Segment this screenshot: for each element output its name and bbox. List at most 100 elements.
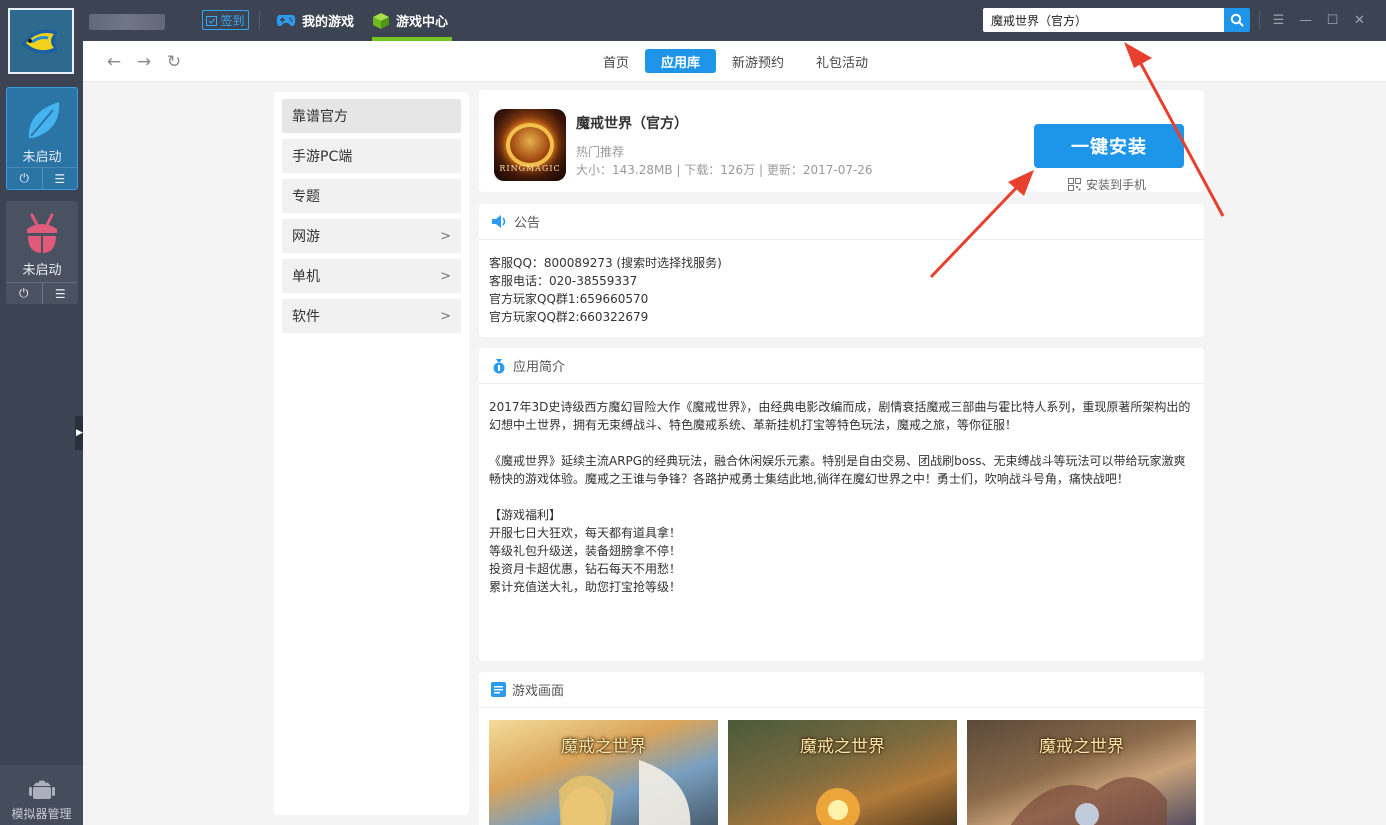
category-item[interactable]: 靠谱官方 [282, 99, 461, 133]
category-item[interactable]: 单机 > [282, 259, 461, 293]
category-label: 软件 [292, 309, 320, 325]
simulator-manager-button[interactable]: 模拟器管理 [0, 765, 83, 825]
simulator-manager-label: 模拟器管理 [11, 807, 72, 821]
chevron-right-icon: > [440, 228, 451, 244]
refresh-icon[interactable]: ↻ [164, 52, 184, 72]
nav-bar: ← → ↻ 首页 应用库 新游预约 礼包活动 [83, 41, 1386, 82]
screenshots-card: 游戏画面 魔戒之世界 魔戒之世界 魔戒之世界 [479, 672, 1204, 825]
chevron-right-icon: > [440, 268, 451, 284]
emulator-sidebar: 未启动 ⏻ ☰ 未启动 ⏻ ☰ 模拟器管理 ▶ [0, 0, 84, 825]
intro-paragraph: 《魔戒世界》延续主流ARPG的经典玩法，融合休闲娱乐元素。特别是自由交易、团战刷… [489, 454, 1186, 486]
category-label: 网游 [292, 229, 320, 245]
category-label: 手游PC端 [292, 149, 353, 165]
category-item[interactable]: 软件 > [282, 299, 461, 333]
screenshots-header: 游戏画面 [479, 672, 1204, 708]
app-logo[interactable] [8, 8, 74, 74]
speaker-icon [492, 215, 506, 228]
category-item[interactable]: 网游 > [282, 219, 461, 253]
tab-app-library[interactable]: 应用库 [645, 49, 717, 73]
close-icon[interactable]: ✕ [1346, 10, 1373, 30]
tab-home[interactable]: 首页 [587, 49, 645, 73]
cube-icon [373, 12, 389, 29]
tab-my-games[interactable]: 我的游戏 [276, 0, 354, 41]
screenshot-thumbnail[interactable]: 魔戒之世界 [967, 720, 1196, 825]
app-icon-wordmark: RINGMAGIC [499, 164, 561, 173]
one-click-install-button[interactable]: 一键安装 [1034, 124, 1184, 168]
search-icon [1230, 13, 1244, 27]
app-meta: 大小：143.28MB | 下载：126万 | 更新：2017-07-26 [576, 163, 873, 177]
power-icon[interactable]: ⏻ [6, 283, 42, 304]
emulator-controls: ⏻ ☰ [6, 282, 78, 304]
emulator-card-2[interactable]: 未启动 ⏻ ☰ [6, 201, 78, 304]
intro-body: 2017年3D史诗级西方魔幻冒险大作《魔戒世界》，由经典电影改编而成，剧情衰括魔… [489, 398, 1195, 596]
minimize-icon[interactable]: — [1292, 10, 1319, 30]
notice-line: 客服电话：020-38559337 [489, 274, 638, 288]
forward-arrow-icon[interactable]: → [134, 52, 154, 72]
divider [1259, 11, 1260, 29]
category-item[interactable]: 专题 [282, 179, 461, 213]
username-blurred [89, 14, 165, 30]
intro-title: 应用简介 [513, 360, 566, 375]
install-to-phone-label: 安装到手机 [1086, 178, 1147, 192]
back-arrow-icon[interactable]: ← [104, 52, 124, 72]
notice-line: 官方玩家QQ群1:659660570 [489, 292, 649, 306]
menu-icon[interactable]: ☰ [1265, 10, 1292, 30]
search-input[interactable]: 魔戒世界（官方） [983, 8, 1224, 32]
divider [259, 11, 260, 30]
content-area: 靠谱官方 手游PC端 专题 网游 > 单机 > 软件 > RINGMAGIC 魔戒世界… [83, 82, 1386, 825]
category-item[interactable]: 手游PC端 [282, 139, 461, 173]
app-icon: RINGMAGIC [494, 109, 566, 181]
tab-label: 游戏中心 [396, 15, 449, 30]
ring-graphic [506, 123, 554, 167]
screenshot-thumbnail[interactable]: 魔戒之世界 [728, 720, 957, 825]
emulator-status: 未启动 [22, 263, 62, 278]
menu-icon[interactable]: ☰ [41, 168, 78, 189]
category-list: 靠谱官方 手游PC端 专题 网游 > 单机 > 软件 > [274, 92, 469, 815]
notice-header: 公告 [479, 204, 1204, 240]
tab-new-game-booking[interactable]: 新游预约 [716, 49, 800, 73]
welfare-line: 投资月卡超优惠，钻石每天不用愁！ [489, 562, 682, 576]
category-label: 靠谱官方 [292, 109, 348, 125]
dragon-scene-graphic [1010, 777, 1167, 825]
top-bar: 签到 我的游戏 游戏中心 魔戒世界（官方） ☰ — ☐ ✕ [83, 0, 1386, 41]
document-icon [491, 682, 506, 697]
gamepad-icon [276, 14, 296, 26]
intro-paragraph: 2017年3D史诗级西方魔幻冒险大作《魔戒世界》，由经典电影改编而成，剧情衰括魔… [489, 400, 1191, 432]
app-intro-card: 应用简介 2017年3D史诗级西方魔幻冒险大作《魔戒世界》，由经典电影改编而成，… [479, 348, 1204, 661]
menu-icon[interactable]: ☰ [41, 283, 79, 304]
window-controls: ☰ — ☐ ✕ [1265, 10, 1373, 30]
intro-header: 应用简介 [479, 348, 1204, 384]
install-to-phone-link[interactable]: 安装到手机 [1068, 176, 1146, 193]
signin-button[interactable]: 签到 [202, 10, 249, 30]
tab-game-center[interactable]: 游戏中心 [372, 0, 452, 41]
emulator-controls: ⏻ ☰ [7, 167, 77, 189]
welfare-line: 等级礼包升级送，装备翅膀拿不停！ [489, 544, 682, 558]
android-icon [29, 780, 55, 799]
app-info-card: RINGMAGIC 魔戒世界（官方） 热门推荐 大小：143.28MB | 下载… [479, 90, 1204, 192]
fish-logo-icon [10, 10, 72, 72]
calendar-check-icon [206, 15, 218, 26]
notice-title: 公告 [514, 216, 541, 231]
notice-card: 公告 客服QQ：800089273 (搜索时选择找服务) 客服电话：020-38… [479, 204, 1204, 337]
signin-label: 签到 [220, 13, 245, 28]
maximize-icon[interactable]: ☐ [1319, 10, 1346, 30]
category-label: 单机 [292, 269, 320, 285]
screenshot-thumbnail[interactable]: 魔戒之世界 [489, 720, 718, 825]
app-tag: 热门推荐 [576, 145, 625, 159]
money-bag-icon [493, 358, 505, 373]
store-tabs: 首页 应用库 新游预约 礼包活动 [587, 49, 884, 73]
elf-character-graphic [559, 760, 691, 825]
notice-line: 官方玩家QQ群2:660322679 [489, 310, 649, 324]
tab-gift-activity[interactable]: 礼包活动 [800, 49, 884, 73]
browser-area: ← → ↻ 首页 应用库 新游预约 礼包活动 靠谱官方 手游PC端 专题 网游 >… [83, 41, 1386, 825]
chevron-right-icon: > [440, 308, 451, 324]
emulator-card-1[interactable]: 未启动 ⏻ ☰ [6, 87, 78, 190]
app-name: 魔戒世界（官方） [576, 116, 688, 132]
welfare-line: 累计充值送大礼，助您打宝抢等级！ [489, 580, 682, 594]
search-button[interactable] [1224, 8, 1250, 32]
emulator-status: 未启动 [22, 150, 62, 165]
welfare-title: 【游戏福利】 [489, 508, 562, 522]
tab-label: 我的游戏 [302, 15, 355, 30]
power-icon[interactable]: ⏻ [7, 168, 42, 189]
notice-body: 客服QQ：800089273 (搜索时选择找服务) 客服电话：020-38559… [489, 254, 722, 326]
